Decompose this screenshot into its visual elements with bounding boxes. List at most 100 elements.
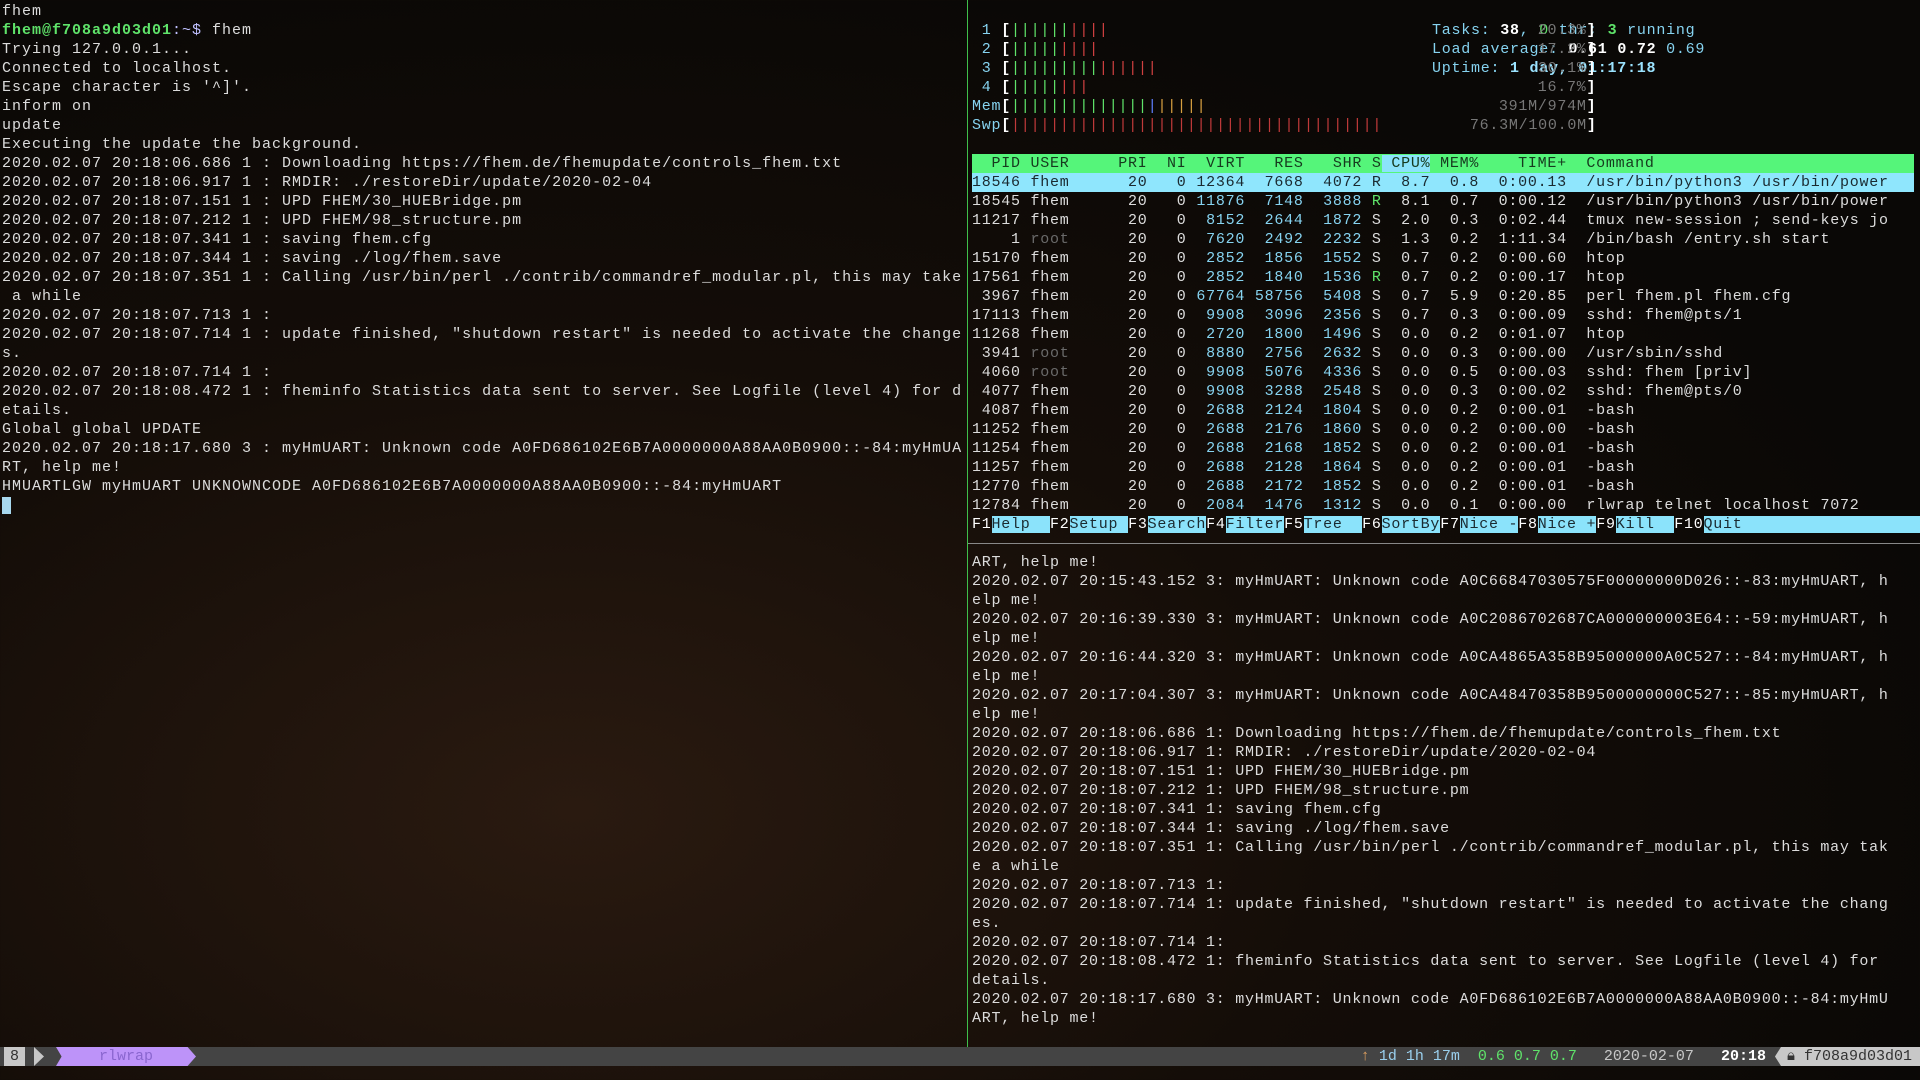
process-pid: 18545 <box>972 193 1021 210</box>
process-time: 0:00.17 <box>1479 269 1567 286</box>
process-row[interactable]: 11217 fhem 20 0 8152 2644 1872 S 2.0 0.3… <box>972 211 1889 230</box>
column-header-pri[interactable]: PRI <box>1109 155 1148 172</box>
fkey-key: F1 <box>972 516 992 533</box>
fkey-tree-button[interactable]: F5Tree <box>1284 516 1363 533</box>
hostname-badge: 🔒︎ f708a9d03d01 <box>1774 1047 1920 1066</box>
fkey-sortby-button[interactable]: F6SortBy <box>1362 516 1441 533</box>
process-row[interactable]: 17113 fhem 20 0 9908 3096 2356 S 0.7 0.3… <box>972 306 1742 325</box>
process-pid: 3941 <box>972 345 1021 362</box>
process-s: S <box>1362 345 1382 362</box>
terminal-line: Escape character is '^]'. <box>2 79 253 96</box>
process-user: fhem <box>1020 497 1119 514</box>
terminal-line: Connected to localhost. <box>2 60 233 77</box>
process-shr: 2632 <box>1303 345 1363 362</box>
process-res: 58756 <box>1245 288 1304 305</box>
process-s: S <box>1362 440 1382 457</box>
meter-label: 2 <box>972 41 1002 58</box>
bracket-close: ] <box>1586 60 1597 77</box>
process-row[interactable]: 18545 fhem 20 0 11876 7148 3888 R 8.1 0.… <box>972 192 1889 211</box>
column-header-mem[interactable]: MEM% <box>1430 155 1479 172</box>
terminal-line: 2020.02.07 20:18:07.212 1 : UPD FHEM/98_… <box>2 212 523 229</box>
up-arrow-icon: ↑ <box>1360 1048 1370 1065</box>
column-header-s[interactable]: S <box>1362 155 1382 172</box>
process-row[interactable]: 17561 fhem 20 0 2852 1840 1536 R 0.7 0.2… <box>972 268 1625 287</box>
process-mem: 0.5 <box>1430 364 1480 381</box>
log-line: 2020.02.07 20:18:17.680 3: myHmUART: Unk… <box>972 991 1889 1008</box>
fkey-nice-button[interactable]: F7Nice - <box>1440 516 1519 533</box>
process-row[interactable]: 4060 root 20 0 9908 5076 4336 S 0.0 0.5 … <box>972 363 1752 382</box>
process-row[interactable]: 11252 fhem 20 0 2688 2176 1860 S 0.0 0.2… <box>972 420 1635 439</box>
terminal-cursor <box>2 496 11 515</box>
process-pid: 18546 <box>972 174 1021 191</box>
process-cpu: 0.0 <box>1381 345 1431 362</box>
meter-value: 30.1% <box>1537 60 1587 77</box>
column-header-virt[interactable]: VIRT <box>1187 155 1246 172</box>
bracket-close: ] <box>1586 117 1597 134</box>
process-res: 1856 <box>1245 250 1304 267</box>
process-row[interactable]: 3967 fhem 20 0 67764 58756 5408 S 0.7 5.… <box>972 287 1791 306</box>
process-row[interactable]: 3941 root 20 0 8880 2756 2632 S 0.0 0.3 … <box>972 344 1723 363</box>
process-pid: 11254 <box>972 440 1021 457</box>
meter-3: 3 [||||||||||||||| 30.1%] <box>972 59 1596 78</box>
fkey-setup-button[interactable]: F2Setup <box>1050 516 1129 533</box>
fkey-help-button[interactable]: F1Help <box>972 516 1051 533</box>
log-line: 2020.02.07 20:17:04.307 3: myHmUART: Unk… <box>972 687 1889 704</box>
process-row[interactable]: 12784 fhem 20 0 2084 1476 1312 S 0.0 0.1… <box>972 496 1859 515</box>
process-s: S <box>1362 288 1382 305</box>
process-row[interactable]: 1 root 20 0 7620 2492 2232 S 1.3 0.2 1:1… <box>972 230 1830 249</box>
column-header-shr[interactable]: SHR <box>1304 155 1363 172</box>
process-time: 0:01.07 <box>1479 326 1567 343</box>
process-row[interactable]: 12770 fhem 20 0 2688 2172 1852 S 0.0 0.2… <box>972 477 1635 496</box>
pane-divider-horizontal[interactable] <box>968 543 1920 544</box>
process-time: 0:00.00 <box>1479 345 1567 362</box>
status-time: 20:18 <box>1720 1048 1766 1065</box>
process-mem: 0.3 <box>1430 345 1480 362</box>
process-res: 2492 <box>1245 231 1304 248</box>
log-line: 2020.02.07 20:18:07.341 1: saving fhem.c… <box>972 801 1382 818</box>
process-row[interactable]: 11268 fhem 20 0 2720 1800 1496 S 0.0 0.2… <box>972 325 1625 344</box>
column-header-res[interactable]: RES <box>1245 155 1304 172</box>
column-header-time[interactable]: TIME+ <box>1479 155 1567 172</box>
meter-value: 17.2% <box>1537 41 1587 58</box>
column-header-cpu[interactable]: CPU% <box>1381 155 1431 172</box>
column-header-user[interactable]: USER <box>1021 155 1109 172</box>
window-tab-rlwrap[interactable]: rlwrap <box>56 1047 196 1066</box>
column-header-command[interactable]: Command <box>1567 155 1655 172</box>
process-row[interactable]: 4087 fhem 20 0 2688 2124 1804 S 0.0 0.2 … <box>972 401 1635 420</box>
process-virt: 2084 <box>1186 497 1246 514</box>
process-res: 2756 <box>1245 345 1304 362</box>
fkey-search-button[interactable]: F3Search <box>1128 516 1207 533</box>
process-ni: 0 <box>1147 383 1187 400</box>
column-header-pid[interactable]: PID <box>972 155 1021 172</box>
process-cpu: 8.7 <box>1381 174 1431 191</box>
process-pid: 11257 <box>972 459 1021 476</box>
process-row[interactable]: 18546 fhem 20 0 12364 7668 4072 R 8.7 0.… <box>972 173 1914 192</box>
log-line: 2020.02.07 20:16:39.330 3: myHmUART: Unk… <box>972 611 1889 628</box>
process-s: S <box>1362 364 1382 381</box>
session-index[interactable]: 8 <box>4 1047 26 1066</box>
process-cpu: 0.7 <box>1381 250 1431 267</box>
process-pri: 20 <box>1118 364 1148 381</box>
process-command: -bash <box>1566 402 1636 419</box>
fkey-nice-button[interactable]: F8Nice + <box>1518 516 1597 533</box>
process-res: 7148 <box>1245 193 1304 210</box>
process-time: 0:00.00 <box>1479 497 1567 514</box>
process-row[interactable]: 15170 fhem 20 0 2852 1856 1552 S 0.7 0.2… <box>972 249 1625 268</box>
process-command: -bash <box>1566 459 1636 476</box>
process-row[interactable]: 11254 fhem 20 0 2688 2168 1852 S 0.0 0.2… <box>972 439 1635 458</box>
fkey-quit-button[interactable]: F10Quit <box>1674 516 1763 533</box>
log-line: e a while <box>972 858 1060 875</box>
column-header-ni[interactable]: NI <box>1148 155 1187 172</box>
process-res: 1476 <box>1245 497 1304 514</box>
process-row[interactable]: 4077 fhem 20 0 9908 3288 2548 S 0.0 0.3 … <box>972 382 1742 401</box>
process-row[interactable]: 11257 fhem 20 0 2688 2128 1864 S 0.0 0.2… <box>972 458 1635 477</box>
process-ni: 0 <box>1147 288 1187 305</box>
process-user: root <box>1020 231 1119 248</box>
pane-divider-vertical[interactable] <box>967 0 968 1047</box>
process-time: 0:00.00 <box>1479 421 1567 438</box>
fkey-kill-button[interactable]: F9Kill <box>1596 516 1675 533</box>
fkey-filter-button[interactable]: F4Filter <box>1206 516 1285 533</box>
process-s: R <box>1362 174 1382 191</box>
process-shr: 1852 <box>1303 440 1363 457</box>
process-res: 2124 <box>1245 402 1304 419</box>
